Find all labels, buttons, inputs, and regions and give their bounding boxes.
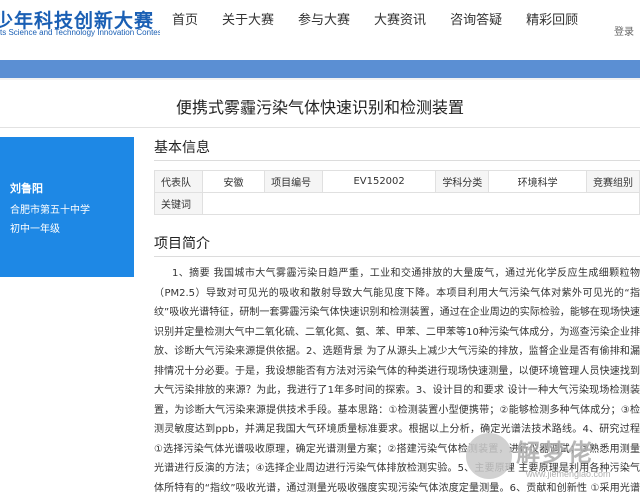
author-grade: 初中一年级 <box>10 224 60 235</box>
author-school: 合肥市第五十中学 <box>10 205 90 216</box>
rep-value: 安徽 <box>201 170 266 193</box>
basic-info-table: 代表队 安徽 项目编号 EV152002 学科分类 环境科学 竞赛组别 关键词 <box>154 170 640 215</box>
keywords-label: 关键词 <box>154 192 203 215</box>
category-label: 学科分类 <box>435 170 490 193</box>
intro-text: 1、摘要 我国城市大气雾霾污染日趋严重，工业和交通排放的大量废气，通过光化学反应… <box>154 268 640 494</box>
nav-item-review[interactable]: 精彩回顾 <box>514 0 590 44</box>
page-title: 便携式雾霾污染气体快速识别和检测装置 <box>175 98 464 117</box>
category-value: 环境科学 <box>488 170 587 193</box>
code-value: EV152002 <box>321 170 437 193</box>
author-profile-card: 刘鲁阳 合肥市第五十中学 初中一年级 <box>0 137 134 277</box>
intro-divider <box>154 256 640 257</box>
rep-label: 代表队 <box>154 170 203 193</box>
main-nav: 首页 关于大赛 参与大赛 大赛资讯 咨询答疑 精彩回顾 <box>160 0 590 44</box>
group-label: 竞赛组别 <box>585 170 640 193</box>
nav-item-home[interactable]: 首页 <box>160 0 210 44</box>
login-link[interactable]: 登录 <box>614 23 634 38</box>
author-name: 刘鲁阳 <box>10 182 43 195</box>
site-header: 少年科技创新大赛 ts Science and Technology Innov… <box>0 0 640 44</box>
title-divider <box>0 127 640 128</box>
logo-subtitle: ts Science and Technology Innovation Con… <box>0 28 160 37</box>
intro-heading: 项目简介 <box>154 236 210 252</box>
info-row: 关键词 <box>154 192 640 215</box>
code-label: 项目编号 <box>264 170 323 193</box>
basic-info-divider <box>154 160 640 161</box>
nav-item-news[interactable]: 大赛资讯 <box>362 0 438 44</box>
site-logo[interactable]: 少年科技创新大赛 ts Science and Technology Innov… <box>0 6 160 40</box>
keywords-value <box>201 192 640 215</box>
basic-info-heading: 基本信息 <box>154 140 210 156</box>
info-row: 代表队 安徽 项目编号 EV152002 学科分类 环境科学 竞赛组别 <box>154 170 640 193</box>
nav-item-about[interactable]: 关于大赛 <box>210 0 286 44</box>
nav-item-participate[interactable]: 参与大赛 <box>286 0 362 44</box>
header-band <box>0 60 640 78</box>
nav-item-faq[interactable]: 咨询答疑 <box>438 0 514 44</box>
header-login[interactable]: 登录 <box>614 0 640 44</box>
